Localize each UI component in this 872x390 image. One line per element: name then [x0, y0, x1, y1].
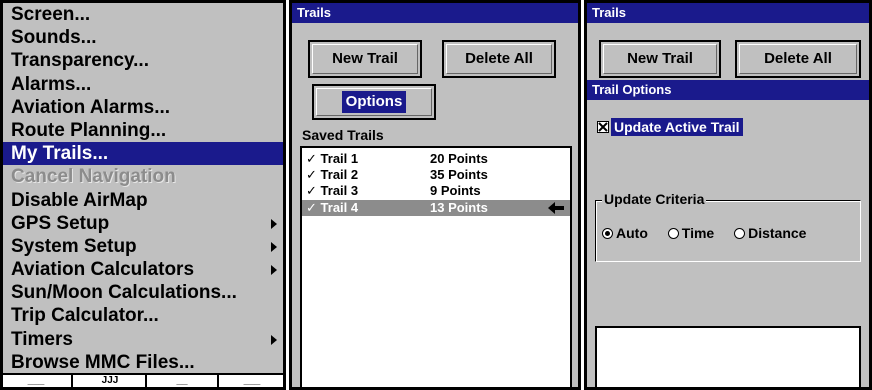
trail-points: 35 Points: [430, 167, 488, 182]
trail-name: ✓ Trail 2: [306, 167, 359, 182]
menu-item-alarms[interactable]: Alarms...: [3, 73, 283, 96]
radio-label: Auto: [616, 225, 648, 241]
settings-menu-panel: Screen... Sounds... Transparency... Alar…: [0, 0, 286, 390]
visible-check-icon: ✓: [306, 151, 317, 166]
trail-points: 20 Points: [430, 151, 488, 166]
menu-item-aviation-alarms[interactable]: Aviation Alarms...: [3, 96, 283, 119]
menu-item-route-planning[interactable]: Route Planning...: [3, 119, 283, 142]
group-label: Update Criteria: [602, 191, 707, 207]
radio-empty-icon: [667, 227, 679, 239]
radio-time[interactable]: Time: [667, 225, 715, 241]
menu-item-trip-calculator[interactable]: Trip Calculator...: [3, 304, 283, 327]
info-area: [595, 326, 861, 387]
status-divider: [145, 375, 147, 387]
menu-item-transparency[interactable]: Transparency...: [3, 49, 283, 72]
checkbox-label: Update Active Trail: [611, 118, 743, 137]
saved-trails-list: ✓ Trail 1 20 Points ✓ Trail 2 35 Points …: [300, 146, 572, 387]
submenu-arrow-icon: [271, 241, 277, 252]
trail-options-panel: Trails New Trail Delete All Trail Option…: [584, 0, 872, 390]
menu-item-gps-setup[interactable]: GPS Setup: [3, 212, 283, 235]
trail-row[interactable]: ✓ Trail 1 20 Points: [302, 151, 570, 167]
menu-item-screen[interactable]: Screen...: [3, 3, 283, 26]
menu-item-label: Aviation Alarms...: [11, 96, 171, 118]
trail-name: ✓ Trail 3: [306, 183, 359, 198]
menu-item-my-trails[interactable]: My Trails...: [3, 142, 283, 166]
menu-item-label: Screen...: [11, 4, 91, 25]
panel-title: Trails: [587, 3, 869, 23]
criteria-radio-row: Auto Time Distance: [602, 225, 822, 242]
submenu-arrow-icon: [271, 334, 277, 345]
radio-label: Time: [681, 225, 715, 241]
radio-auto[interactable]: Auto: [602, 225, 648, 241]
trail-name: ✓ Trail 4: [306, 200, 359, 215]
menu-item-browse-mmc[interactable]: Browse MMC Files...: [3, 351, 283, 374]
menu-item-label: GPS Setup: [11, 212, 110, 234]
delete-all-button[interactable]: Delete All: [735, 40, 861, 78]
button-label: Delete All: [465, 50, 533, 67]
menu-item-aviation-calculators[interactable]: Aviation Calculators: [3, 258, 283, 281]
button-label: Options: [341, 91, 407, 113]
status-field: ___: [243, 375, 261, 386]
status-field: ___: [27, 375, 45, 386]
menu-item-label: Alarms...: [11, 73, 92, 95]
saved-trails-label: Saved Trails: [302, 127, 384, 143]
menu-item-label: Sun/Moon Calculations...: [11, 282, 237, 304]
status-bar: ___ JJJ __ ___: [3, 373, 283, 387]
panel-title: Trails: [292, 3, 578, 23]
trail-points: 13 Points: [430, 200, 488, 215]
button-label: Delete All: [764, 50, 832, 67]
radio-empty-icon: [734, 227, 746, 239]
status-field: JJJ: [101, 375, 119, 386]
new-trail-button[interactable]: New Trail: [308, 40, 422, 78]
visible-check-icon: ✓: [306, 167, 317, 182]
menu-item-label: Disable AirMap: [11, 189, 148, 211]
status-divider: [71, 375, 73, 387]
menu-item-label: Cancel Navigation: [11, 166, 176, 188]
new-trail-button[interactable]: New Trail: [599, 40, 721, 78]
menu-item-label: My Trails...: [11, 143, 109, 165]
menu-item-label: Sounds...: [11, 27, 97, 49]
status-field: __: [176, 375, 188, 386]
menu-item-label: Timers: [11, 328, 73, 350]
menu-item-label: System Setup: [11, 235, 137, 257]
trail-name: ✓ Trail 1: [306, 151, 359, 166]
menu-item-sun-moon[interactable]: Sun/Moon Calculations...: [3, 281, 283, 304]
menu-item-label: Aviation Calculators: [11, 259, 195, 281]
update-active-trail-checkbox[interactable]: Update Active Trail: [597, 118, 743, 137]
menu-item-label: Trip Calculator...: [11, 305, 159, 327]
update-criteria-group: Update Criteria Auto Time Distance: [595, 191, 861, 262]
radio-selected-icon: [602, 227, 613, 239]
submenu-arrow-icon: [271, 218, 277, 229]
visible-check-icon: ✓: [306, 183, 317, 198]
status-divider: [217, 375, 219, 387]
options-button[interactable]: Options: [312, 84, 436, 120]
trail-options-title: Trail Options: [587, 80, 869, 100]
menu-item-disable-airmap[interactable]: Disable AirMap: [3, 189, 283, 212]
delete-all-button[interactable]: Delete All: [442, 40, 556, 78]
menu-item-label: Route Planning...: [11, 119, 167, 141]
checkbox-checked-icon: [597, 121, 609, 134]
menu-item-cancel-navigation: Cancel Navigation: [3, 165, 283, 188]
button-label: New Trail: [627, 50, 693, 67]
menu-item-timers[interactable]: Timers: [3, 328, 283, 351]
settings-menu: Screen... Sounds... Transparency... Alar…: [3, 3, 283, 374]
submenu-arrow-icon: [271, 265, 277, 276]
radio-label: Distance: [748, 225, 807, 241]
radio-distance[interactable]: Distance: [734, 225, 806, 241]
menu-item-sounds[interactable]: Sounds...: [3, 26, 283, 49]
trail-row[interactable]: ✓ Trail 2 35 Points: [302, 167, 570, 183]
menu-item-label: Transparency...: [11, 50, 149, 72]
selection-pointer-icon: [548, 202, 564, 214]
trail-row-selected[interactable]: ✓ Trail 4 13 Points: [302, 200, 570, 216]
trail-points: 9 Points: [430, 183, 481, 198]
button-label: New Trail: [332, 50, 398, 67]
trail-row[interactable]: ✓ Trail 3 9 Points: [302, 183, 570, 199]
menu-item-label: Browse MMC Files...: [11, 351, 195, 373]
menu-item-system-setup[interactable]: System Setup: [3, 235, 283, 258]
trails-panel: Trails New Trail Delete All Options Save…: [289, 0, 581, 390]
visible-check-icon: ✓: [306, 200, 317, 215]
